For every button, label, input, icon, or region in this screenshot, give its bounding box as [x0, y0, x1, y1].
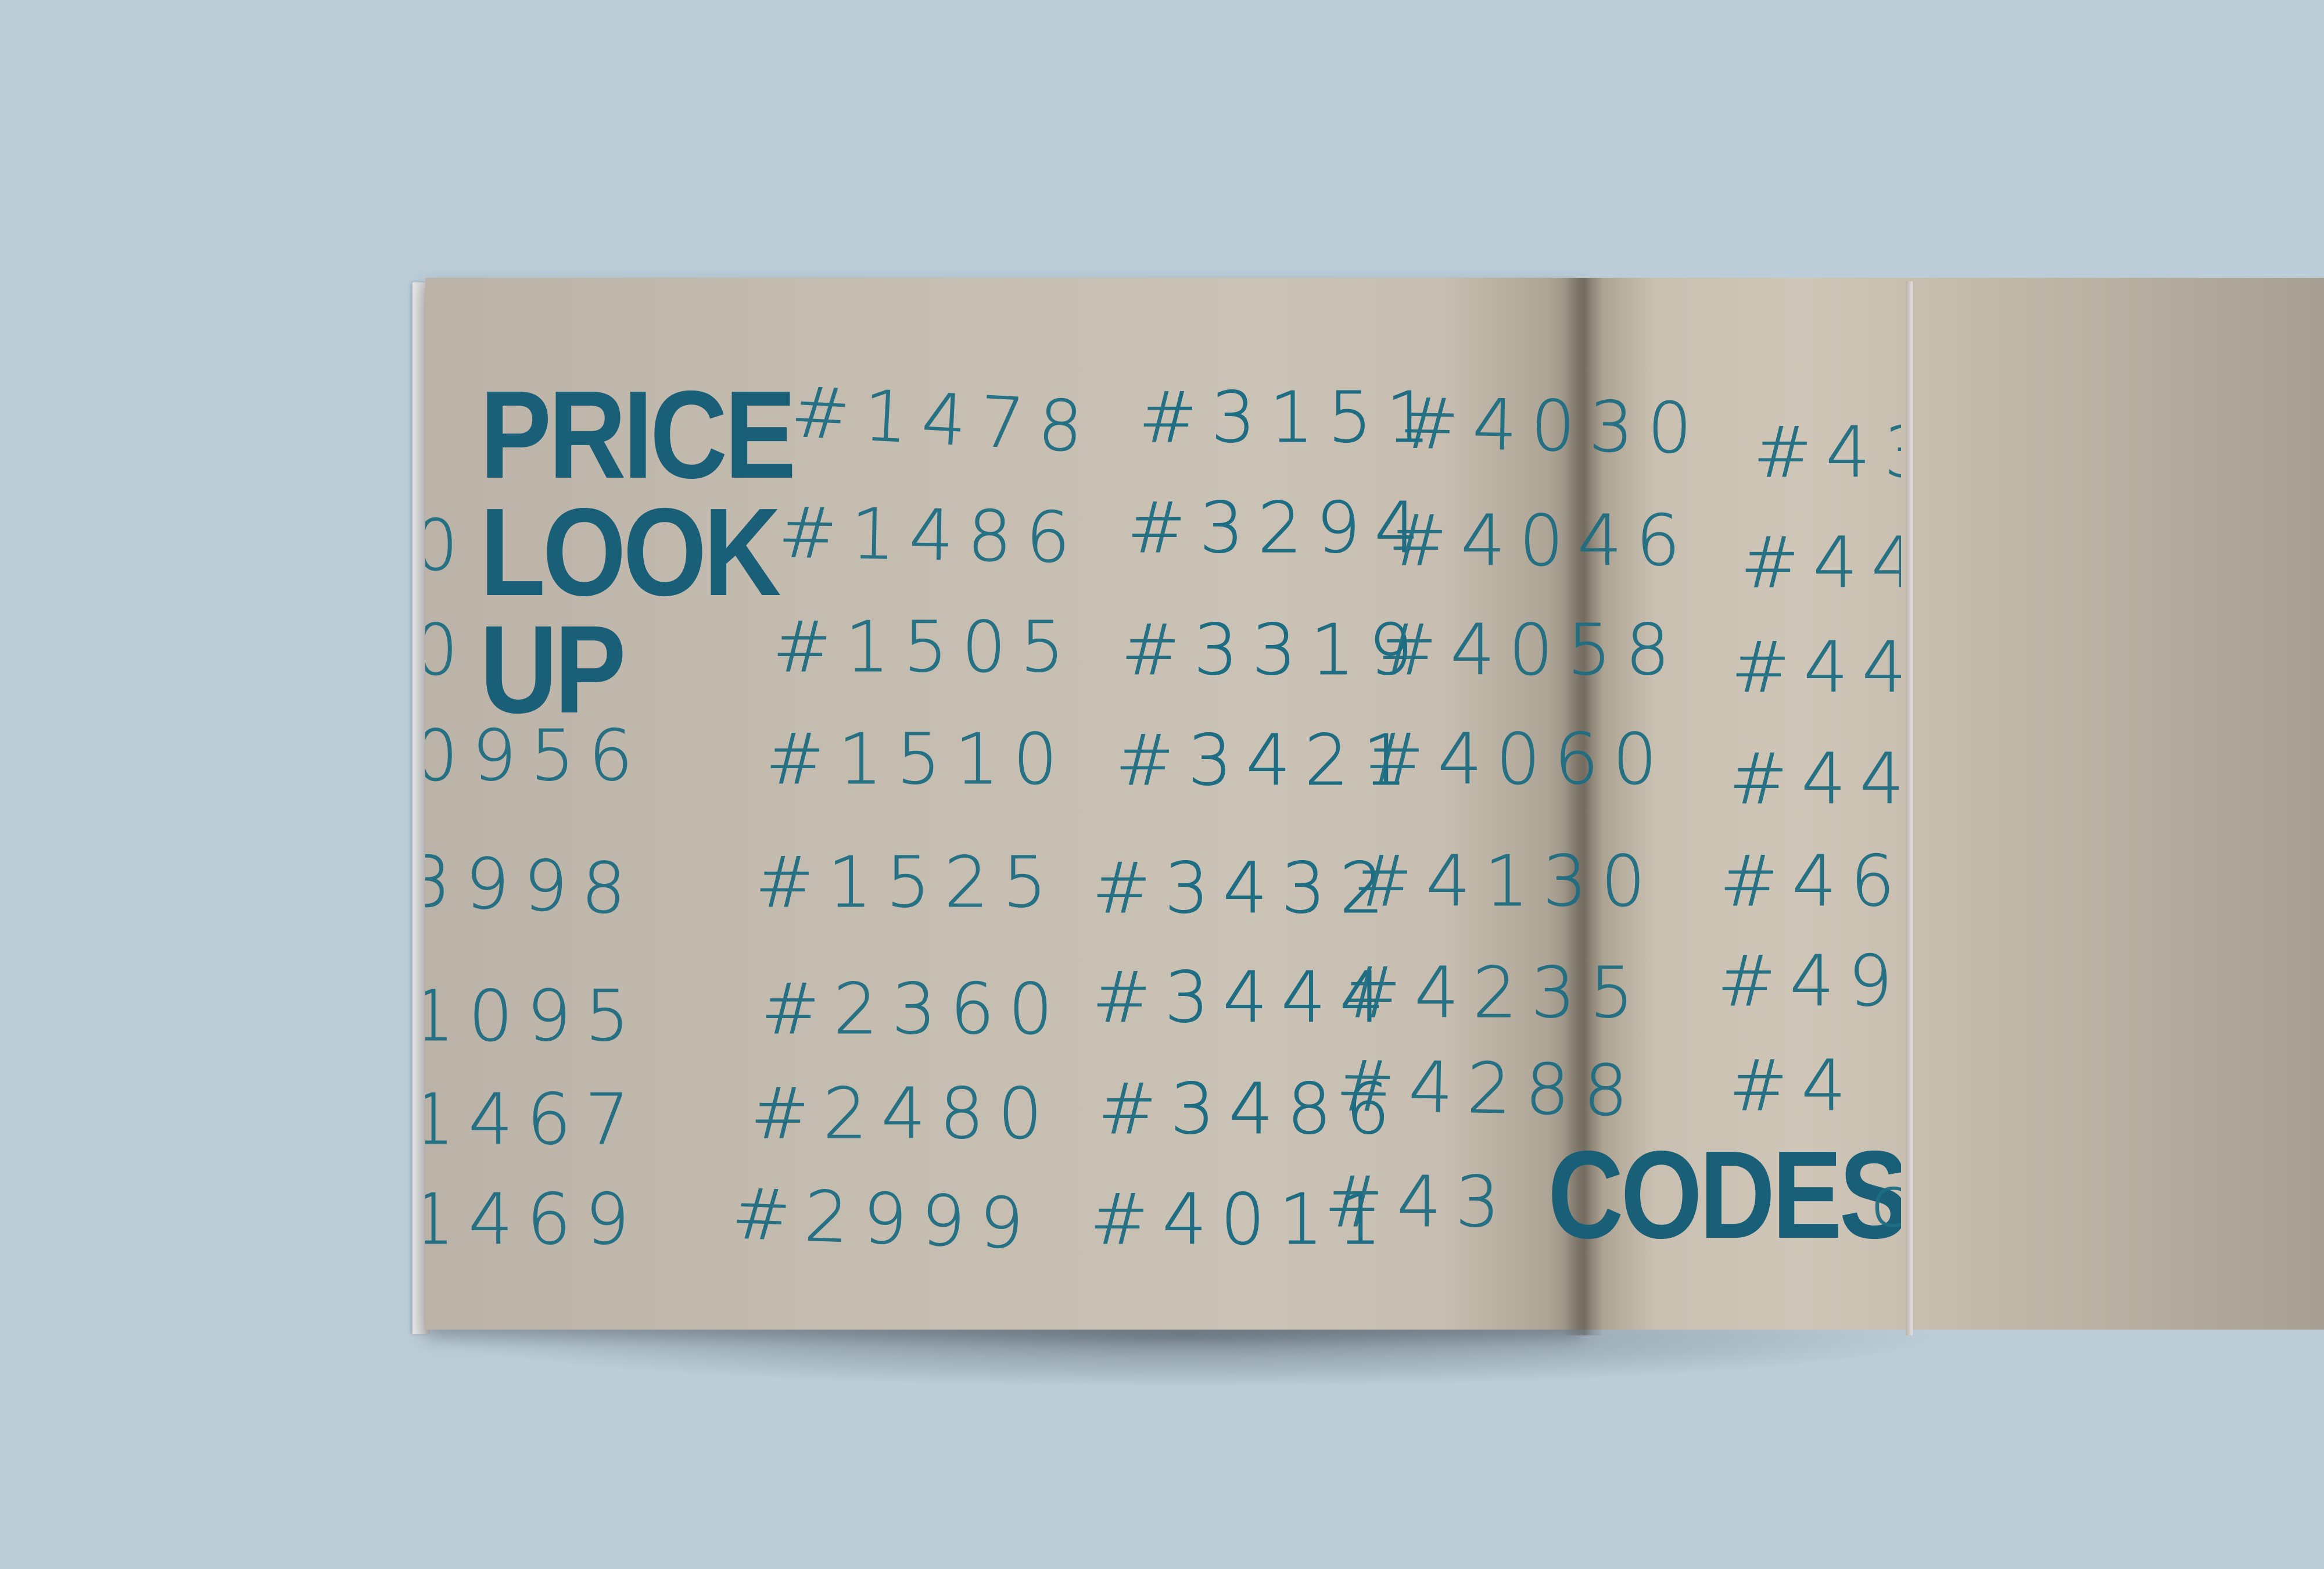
code-col4: #44: [1731, 628, 1901, 709]
code-left-edge: 1095: [425, 976, 644, 1058]
code-col3: #43: [1324, 1162, 1514, 1244]
code-col4: #49: [1717, 941, 1901, 1023]
magazine-mockup-scene: PRICE LOOK UP 0 0 0956 3998 1095 1467 14…: [0, 0, 2324, 1569]
code-col1: #2480: [751, 1074, 1056, 1155]
code-left-edge: 1469: [425, 1180, 644, 1261]
code-col1: #1478: [789, 372, 1099, 469]
code-left-edge: 0956: [425, 716, 647, 797]
code-col4: #44: [1728, 739, 1901, 821]
title-line-up: UP: [480, 599, 626, 739]
code-col1: #1486: [777, 493, 1085, 579]
code-left-edge: 3998: [425, 841, 641, 931]
code-col1: #1525: [755, 843, 1061, 924]
title-line-price: PRICE: [480, 364, 796, 504]
right-page-content: #3151 #3294 #3319 #3421 #3432 #3444 #348…: [1169, 278, 1901, 1330]
title-codes: CODES: [1548, 1124, 1901, 1264]
title-line-look: LOOK: [480, 482, 781, 622]
code-col3: #4288: [1335, 1046, 1643, 1133]
code-col4: #46: [1719, 841, 1901, 923]
code-col1: #1505: [773, 607, 1078, 689]
code-col3: #4030: [1399, 384, 1707, 470]
code-col1: #1510: [766, 719, 1071, 801]
code-left-edge: 1467: [425, 1080, 644, 1161]
right-page-edge: [1906, 281, 1913, 1335]
code-col4: c: [1871, 1162, 1901, 1244]
code-left-edge: 0: [425, 506, 472, 587]
code-col3: #4058: [1378, 610, 1684, 692]
code-col1: #2360: [761, 969, 1067, 1051]
code-col3: #4130: [1354, 841, 1659, 923]
code-col4: #43: [1753, 413, 1901, 494]
code-col3: #4060: [1365, 719, 1671, 801]
code-col3: #4046: [1389, 501, 1694, 582]
code-col4: #4: [1729, 1046, 1860, 1127]
code-col1: #2999: [730, 1174, 1039, 1266]
code-left-edge: 0: [425, 610, 472, 692]
code-col3: #4235: [1342, 953, 1648, 1034]
code-col4: #44: [1740, 523, 1901, 604]
